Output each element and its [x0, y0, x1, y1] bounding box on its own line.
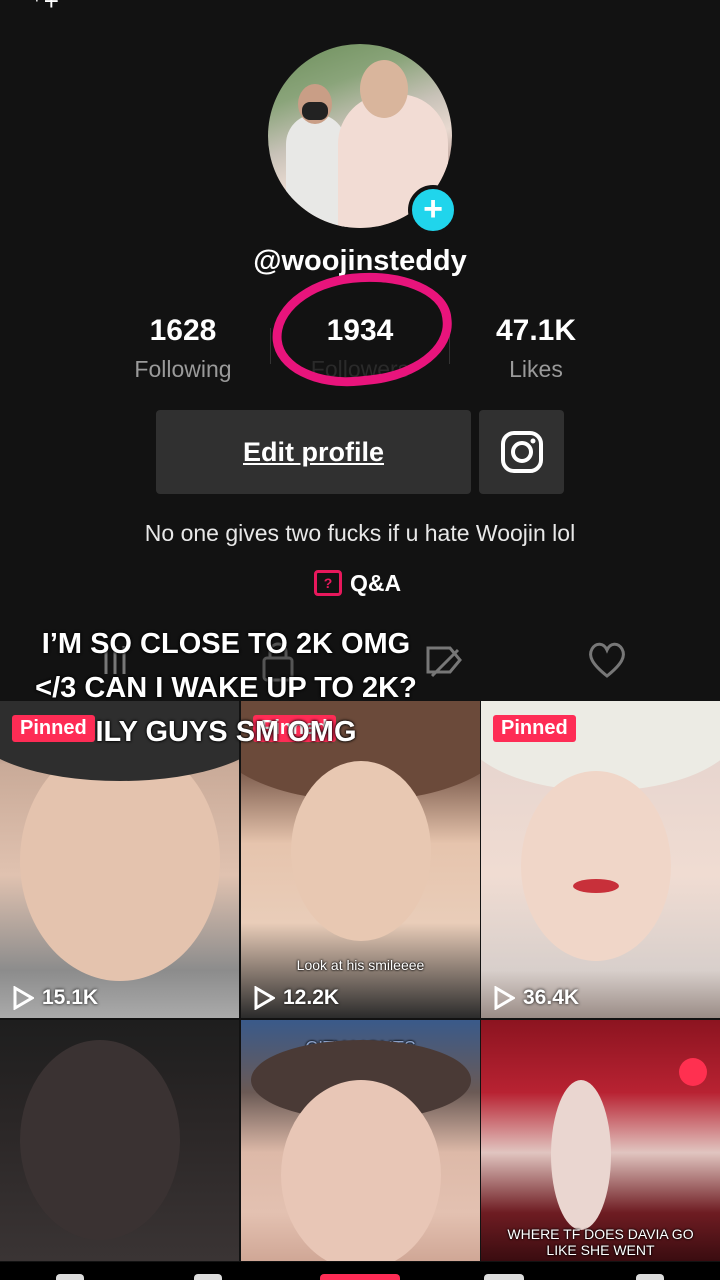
add-story-plus-icon[interactable]: +	[408, 185, 458, 235]
play-icon	[254, 986, 275, 1010]
discover-icon[interactable]	[194, 1274, 222, 1280]
following-count: 1628	[149, 314, 217, 347]
edit-profile-label: Edit profile	[243, 436, 384, 467]
play-icon	[13, 986, 34, 1010]
view-count: 36.4K	[493, 986, 579, 1010]
overlay-caption: I’M SO CLOSE TO 2K OMG </3 CAN I WAKE UP…	[35, 628, 417, 748]
view-count-text: 36.4K	[523, 986, 580, 1009]
likes-count: 47.1K	[495, 314, 577, 347]
question-icon: ?	[314, 570, 342, 596]
likes-label: Likes	[509, 356, 563, 382]
home-icon[interactable]	[56, 1274, 84, 1280]
edit-profile-button[interactable]: Edit profile	[156, 410, 471, 494]
stat-following[interactable]: 1628 Following	[93, 314, 273, 383]
view-count-text: 12.2K	[283, 986, 340, 1009]
bio-text: No one gives two fucks if u hate Woojin …	[144, 520, 576, 546]
instagram-icon	[500, 431, 543, 473]
video-grid: Pinned 15.1K Pinned Look at his smileeee…	[0, 701, 720, 1261]
video-thumbnail[interactable]: CITY LIGHTS	[241, 1020, 480, 1261]
view-count: 15.1K	[12, 986, 98, 1010]
profile-icon[interactable]	[636, 1274, 664, 1280]
create-icon[interactable]	[320, 1274, 400, 1280]
following-label: Following	[134, 356, 232, 382]
stat-likes[interactable]: 47.1K Likes	[446, 314, 626, 383]
video-caption: WHERE TF DOES DAVIA GO LIKE SHE WENT	[507, 1226, 694, 1258]
video-thumbnail[interactable]: WHERE TF DOES DAVIA GO LIKE SHE WENT	[481, 1020, 720, 1261]
pinned-badge: Pinned	[493, 715, 576, 742]
video-caption: Look at his smileeee	[296, 957, 425, 973]
view-count-text: 15.1K	[42, 986, 99, 1009]
liked-heart-icon[interactable]	[586, 640, 628, 680]
qa-link[interactable]: ? Q&A	[314, 567, 401, 599]
qa-label: Q&A	[350, 569, 402, 596]
view-count: 12.2K	[253, 986, 339, 1010]
add-friend-icon[interactable]: ⁺+	[30, 0, 59, 17]
play-icon	[494, 986, 515, 1010]
bottom-nav	[0, 1262, 720, 1280]
video-thumbnail[interactable]	[0, 1020, 239, 1261]
instagram-button[interactable]	[479, 410, 564, 494]
top-bar: ⁺+	[0, 0, 720, 16]
inbox-icon[interactable]	[484, 1274, 524, 1280]
video-thumbnail[interactable]: Pinned 36.4K	[481, 701, 720, 1018]
